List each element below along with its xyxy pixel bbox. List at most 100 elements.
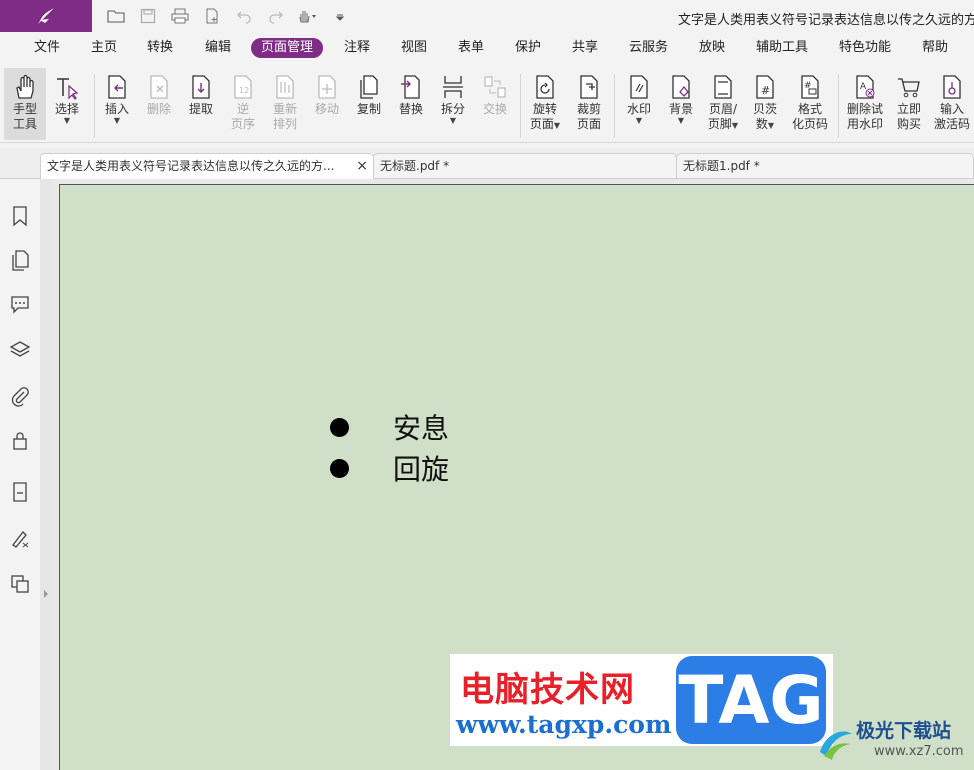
copy-page-icon bbox=[360, 75, 378, 99]
swap-button[interactable]: 交换 bbox=[474, 68, 516, 140]
copy-page-button[interactable]: 复制 bbox=[348, 68, 390, 140]
ribbon-separator bbox=[838, 74, 839, 138]
attachment-icon[interactable] bbox=[9, 385, 31, 407]
tab-label: 无标题.pdf * bbox=[380, 159, 450, 173]
ribbon-label: 工具 bbox=[12, 117, 37, 131]
menu-slideshow[interactable]: 放映 bbox=[699, 38, 725, 58]
menu-edit[interactable]: 编辑 bbox=[205, 38, 231, 58]
watermark-secondary-title: 极光下载站 bbox=[856, 720, 952, 742]
bullet-text: 回旋 bbox=[393, 453, 450, 486]
ribbon-label: 替换 bbox=[398, 102, 423, 116]
menu-comment[interactable]: 注释 bbox=[344, 38, 370, 58]
layers-icon[interactable] bbox=[9, 339, 31, 361]
watermark-button[interactable]: 水印 ▼ bbox=[618, 68, 660, 140]
bates-number-button[interactable]: # 贝茨 数▼ bbox=[744, 68, 786, 140]
watermark-title: 电脑技术网 bbox=[460, 670, 635, 710]
document-tab-active[interactable]: 文字是人类用表义符号记录表达信息以传之久远的方... × bbox=[40, 153, 374, 179]
activation-code-button[interactable]: 输入 激活码 bbox=[930, 68, 974, 140]
menu-bar: 文件 主页 转换 编辑 页面管理 注释 视图 表单 保护 共享 云服务 放映 辅… bbox=[0, 33, 974, 63]
pages-thumbnail-icon[interactable] bbox=[9, 249, 31, 271]
rearrange-button[interactable]: 重新 排列 bbox=[264, 68, 306, 140]
bullet-item: 安息 bbox=[330, 407, 449, 447]
ribbon-label-text: 数 bbox=[755, 117, 768, 131]
navigation-sidebar bbox=[0, 179, 41, 770]
signature-icon[interactable] bbox=[9, 527, 31, 549]
move-page-button[interactable]: 移动 bbox=[306, 68, 348, 140]
ribbon-label: 排列 bbox=[272, 117, 297, 131]
reverse-pages-icon: 12 bbox=[234, 75, 252, 99]
window-title: 文字是人类用表义符号记录表达信息以传之久远的方式和 bbox=[678, 13, 974, 28]
document-properties-icon[interactable] bbox=[9, 481, 31, 503]
move-page-icon bbox=[318, 75, 336, 99]
hand-tool-button[interactable]: 手型 工具 bbox=[4, 68, 46, 140]
app-logo[interactable] bbox=[0, 0, 92, 32]
crop-page-button[interactable]: 裁剪 页面 bbox=[568, 68, 610, 140]
ribbon-label: 输入 bbox=[939, 102, 964, 116]
delete-page-button[interactable]: 删除 bbox=[138, 68, 180, 140]
reverse-pages-button[interactable]: 12 逆 页序 bbox=[222, 68, 264, 140]
insert-page-button[interactable]: 插入 ▼ bbox=[96, 68, 138, 140]
customize-toolbar-icon[interactable] bbox=[328, 6, 352, 26]
split-icon bbox=[443, 76, 463, 98]
new-document-icon[interactable] bbox=[200, 6, 224, 26]
rotate-page-icon bbox=[536, 75, 554, 99]
select-text-icon bbox=[57, 78, 79, 100]
menu-convert[interactable]: 转换 bbox=[147, 38, 173, 58]
document-tab[interactable]: 无标题1.pdf * bbox=[676, 153, 974, 178]
menu-accessibility[interactable]: 辅助工具 bbox=[756, 38, 808, 58]
select-button[interactable]: 选择 ▼ bbox=[46, 68, 88, 140]
split-button[interactable]: 拆分 ▼ bbox=[432, 68, 474, 140]
ribbon-label: 逆 bbox=[236, 102, 249, 116]
menu-protect[interactable]: 保护 bbox=[515, 38, 541, 58]
open-folder-icon[interactable] bbox=[104, 6, 128, 26]
bookmark-icon[interactable] bbox=[9, 205, 31, 227]
menu-cloud[interactable]: 云服务 bbox=[629, 38, 668, 58]
ribbon-label: 移动 bbox=[314, 102, 339, 116]
extract-page-button[interactable]: 提取 bbox=[180, 68, 222, 140]
print-icon[interactable] bbox=[168, 6, 192, 26]
close-icon[interactable]: × bbox=[356, 154, 368, 179]
menu-form[interactable]: 表单 bbox=[458, 38, 484, 58]
rotate-page-button[interactable]: 旋转 页面▼ bbox=[524, 68, 566, 140]
hand-dropdown-icon[interactable] bbox=[296, 6, 320, 26]
undo-icon[interactable] bbox=[232, 6, 256, 26]
watermark-tag-logo: TAG bbox=[676, 656, 826, 744]
menu-help[interactable]: 帮助 bbox=[922, 38, 948, 58]
document-tab[interactable]: 无标题.pdf * bbox=[373, 153, 677, 178]
site-watermark: 电脑技术网 www.tagxp.com TAG bbox=[450, 654, 833, 746]
save-icon[interactable] bbox=[136, 6, 160, 26]
menu-view[interactable]: 视图 bbox=[401, 38, 427, 58]
site-watermark-secondary: 极光下载站 www.xz7.com bbox=[816, 716, 974, 768]
sidebar-collapse-handle[interactable] bbox=[40, 179, 52, 770]
ribbon-label: 提取 bbox=[188, 102, 213, 116]
foxit-logo-icon bbox=[38, 8, 54, 24]
comments-icon[interactable] bbox=[9, 293, 31, 315]
ribbon-label: 删除 bbox=[146, 102, 171, 116]
menu-share[interactable]: 共享 bbox=[572, 38, 598, 58]
header-footer-button[interactable]: 页眉/ 页脚▼ bbox=[702, 68, 744, 140]
background-button[interactable]: 背景 ▼ bbox=[660, 68, 702, 140]
menu-home[interactable]: 主页 bbox=[91, 38, 117, 58]
buy-now-button[interactable]: 立即 购买 bbox=[888, 68, 930, 140]
ribbon-label: 背景 bbox=[668, 102, 693, 116]
rearrange-icon bbox=[276, 75, 294, 99]
remove-trial-watermark-button[interactable]: A 删除试 用水印 bbox=[842, 68, 888, 140]
ribbon-label: 用水印 bbox=[846, 117, 883, 131]
ribbon-label: 页眉/ bbox=[708, 102, 738, 116]
page-number-icon: # bbox=[801, 75, 819, 99]
chevron-down-icon: ▼ bbox=[731, 121, 739, 130]
menu-file[interactable]: 文件 bbox=[34, 38, 60, 58]
replace-page-button[interactable]: 替换 bbox=[390, 68, 432, 140]
chevron-down-icon: ▼ bbox=[553, 121, 561, 130]
bullet-text: 安息 bbox=[393, 412, 450, 445]
extract-page-icon bbox=[192, 75, 210, 99]
format-page-number-button[interactable]: # 格式 化页码 bbox=[788, 68, 832, 140]
ribbon-label: 旋转 bbox=[532, 102, 557, 116]
lock-icon[interactable] bbox=[9, 429, 31, 451]
menu-page-management[interactable]: 页面管理 bbox=[251, 38, 324, 58]
watermark-secondary-url: www.xz7.com bbox=[874, 744, 964, 759]
menu-features[interactable]: 特色功能 bbox=[839, 38, 891, 58]
compare-icon[interactable] bbox=[9, 573, 31, 595]
redo-icon[interactable] bbox=[264, 6, 288, 26]
header-footer-icon bbox=[714, 75, 732, 99]
